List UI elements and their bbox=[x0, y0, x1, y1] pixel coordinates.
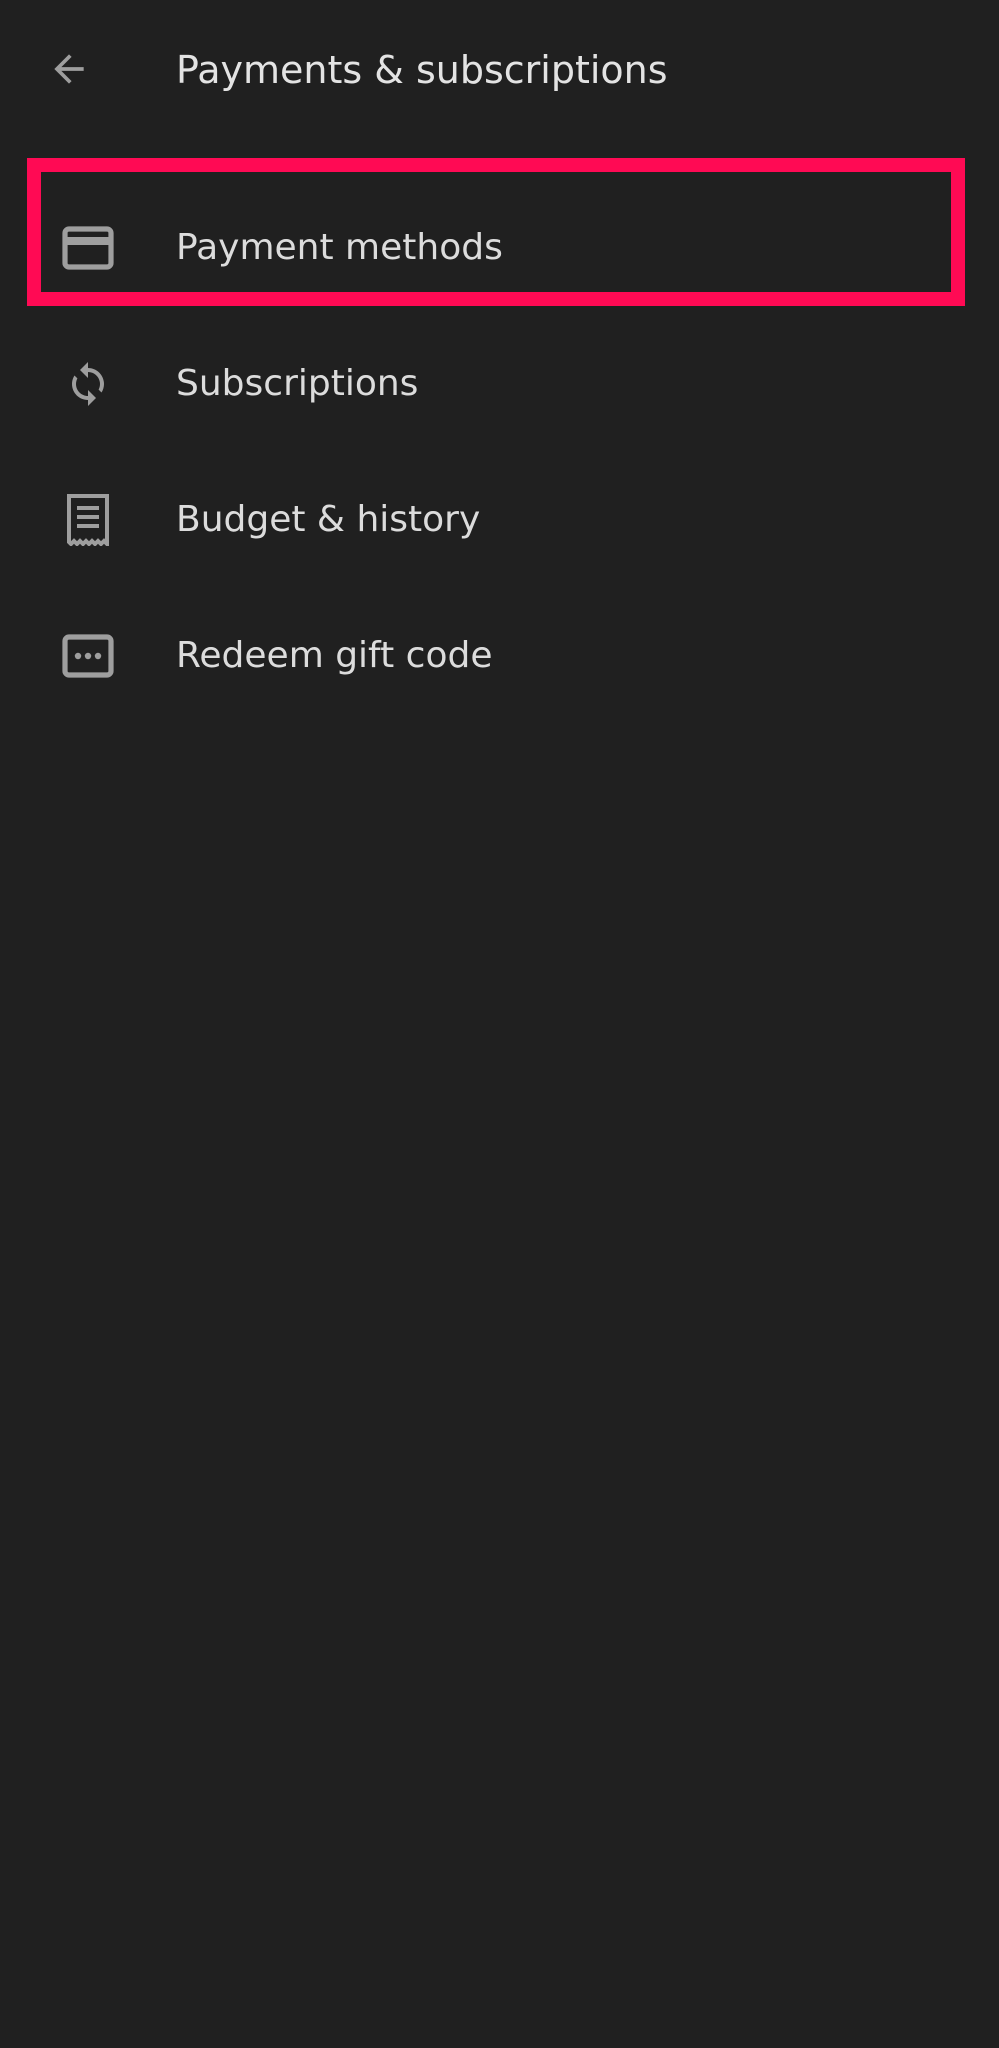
menu-item-label: Budget & history bbox=[176, 499, 481, 540]
menu-item-label: Redeem gift code bbox=[176, 635, 493, 676]
menu-item-budget-history[interactable]: Budget & history bbox=[0, 452, 999, 588]
page-title: Payments & subscriptions bbox=[176, 48, 668, 92]
menu-item-payment-methods[interactable]: Payment methods bbox=[0, 180, 999, 316]
gift-code-icon bbox=[58, 632, 118, 680]
back-button[interactable] bbox=[38, 38, 100, 100]
menu-item-subscriptions[interactable]: Subscriptions bbox=[0, 316, 999, 452]
refresh-icon bbox=[58, 360, 118, 408]
menu-item-redeem-gift-code[interactable]: Redeem gift code bbox=[0, 588, 999, 724]
payments-menu: Payment methods Subscriptions Budget & h… bbox=[0, 180, 999, 724]
credit-card-icon bbox=[58, 224, 118, 272]
menu-item-label: Subscriptions bbox=[176, 363, 419, 404]
menu-item-label: Payment methods bbox=[176, 227, 503, 268]
app-bar: Payments & subscriptions bbox=[0, 0, 999, 140]
receipt-icon bbox=[58, 494, 118, 546]
arrow-back-icon bbox=[54, 54, 84, 84]
